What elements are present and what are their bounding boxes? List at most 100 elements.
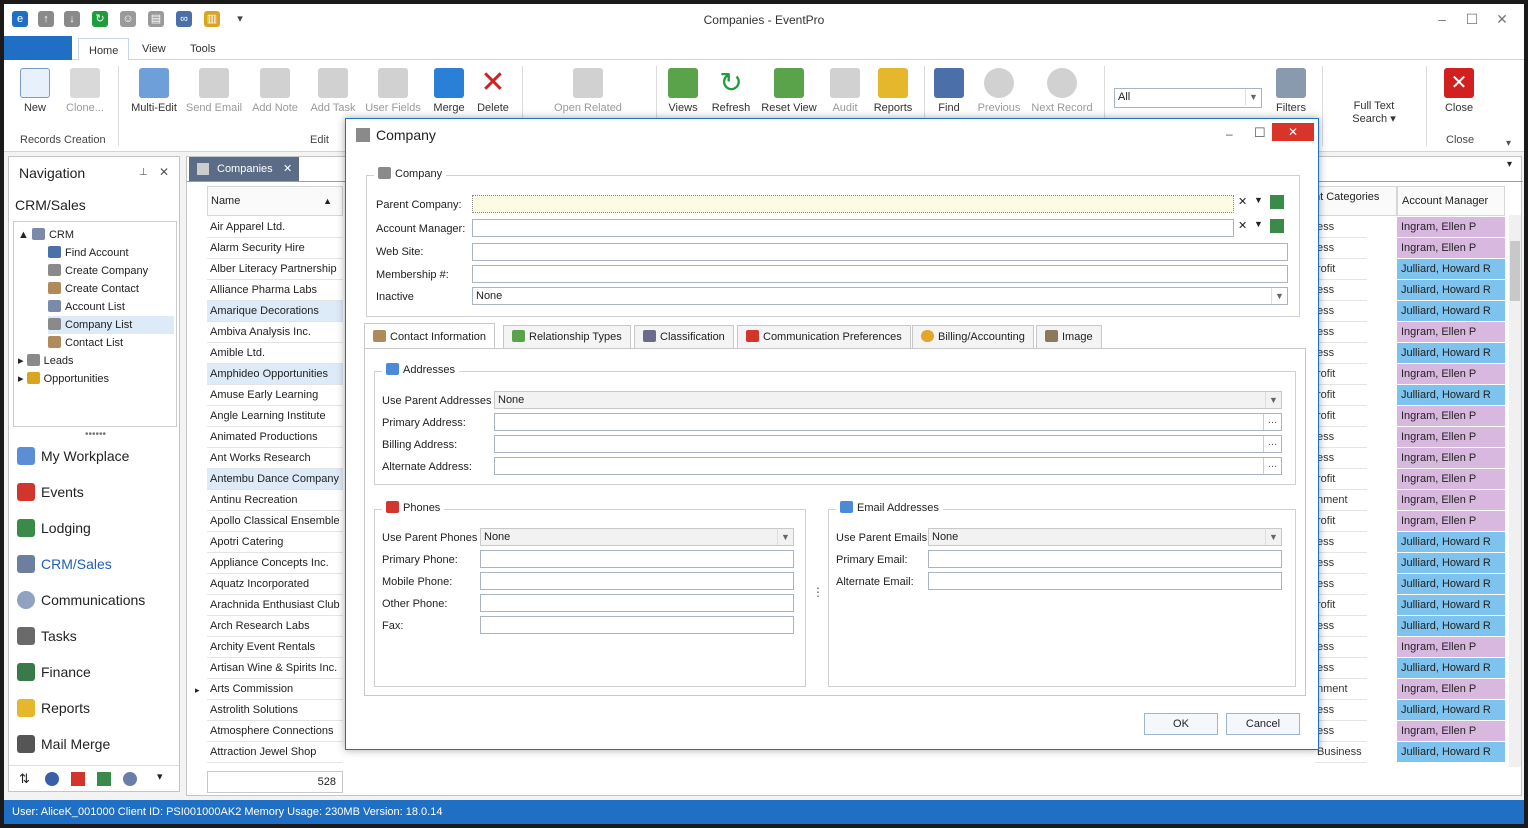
minimize-icon[interactable]: – [1226,127,1233,141]
website-input[interactable] [472,243,1288,261]
table-row-name[interactable]: Attraction Jewel Shop [207,742,343,763]
tree-create-company[interactable]: Create Company [48,262,148,280]
minimize-icon[interactable]: – [1432,10,1452,28]
tab-billing-accounting[interactable]: Billing/Accounting [912,325,1034,349]
tab-classification[interactable]: Classification [634,325,734,349]
table-row-name[interactable]: Antembu Dance Company [207,469,343,490]
tree-account-list[interactable]: Account List [48,298,125,316]
module-finance[interactable]: Finance [17,659,91,685]
globe-icon[interactable] [45,772,59,786]
table-row-name[interactable]: Arch Research Labs [207,616,343,637]
table-row-name[interactable]: Apollo Classical Ensemble [207,511,343,532]
table-row-name[interactable]: Artisan Wine & Spirits Inc. [207,658,343,679]
table-row-name[interactable]: Alliance Pharma Labs [207,280,343,301]
close-pane-icon[interactable]: ✕ [159,165,169,179]
table-row-name[interactable]: Arts Commission [207,679,343,700]
table-row-name[interactable]: Ant Works Research [207,448,343,469]
filter-select[interactable]: All ▼ [1114,88,1262,108]
tab-image[interactable]: Image [1036,325,1102,349]
chevron-down-icon[interactable]: ▾ [157,770,163,783]
add-note-button[interactable]: Add Note [246,64,304,134]
maximize-icon[interactable]: ☐ [1462,10,1482,28]
tab-contact-information[interactable]: Contact Information [364,323,495,349]
module-my-workplace[interactable]: My Workplace [17,443,129,469]
application-menu-button[interactable] [4,36,72,60]
table-row-name[interactable]: Astrolith Solutions [207,700,343,721]
table-row-name[interactable]: Amuse Early Learning [207,385,343,406]
clone-button[interactable]: Clone... [56,64,114,134]
use-parent-addresses-select[interactable]: None ▼ [494,391,1282,409]
cancel-button[interactable]: Cancel [1226,713,1300,735]
module-communications[interactable]: Communications [17,587,145,613]
send-email-button[interactable]: Send Email [184,64,244,134]
ok-button[interactable]: OK [1144,713,1218,735]
close-button[interactable]: ✕ Close [1430,64,1488,134]
chart-icon[interactable] [71,772,85,786]
clear-icon[interactable]: ✕ [1238,219,1247,232]
tab-view[interactable]: View [132,40,176,60]
dialog-close-button[interactable]: ✕ [1272,123,1314,141]
tab-home[interactable]: Home [78,38,130,61]
tree-create-contact[interactable]: Create Contact [48,280,139,298]
use-parent-phones-select[interactable]: None ▼ [480,528,794,546]
membership-input[interactable] [472,265,1288,283]
primary-phone-input[interactable] [480,550,794,568]
table-row-name[interactable]: Aquatz Incorporated [207,574,343,595]
module-reports[interactable]: Reports [17,695,90,721]
table-row-name[interactable]: Arachnida Enthusiast Club [207,595,343,616]
module-crm-sales[interactable]: CRM/Sales [17,551,112,577]
ellipsis-button[interactable]: … [1263,436,1281,452]
close-tab-icon[interactable]: ✕ [283,157,292,181]
module-lodging[interactable]: Lodging [17,515,91,541]
chevron-down-icon[interactable]: ▼ [1254,219,1263,229]
tree-node-crm[interactable]: ▲ CRM [18,226,74,244]
tree-contact-list[interactable]: Contact List [48,334,123,352]
billing-address-input[interactable]: … [494,435,1282,453]
table-row-name[interactable]: Alber Literacy Partnership [207,259,343,280]
primary-address-input[interactable]: … [494,413,1282,431]
ribbon-collapse-icon[interactable]: ▾ [1506,138,1511,149]
vertical-scrollbar[interactable] [1509,215,1521,767]
table-row-name[interactable]: Apotri Catering [207,532,343,553]
trend-icon[interactable] [97,772,111,786]
module-mail-merge[interactable]: Mail Merge [17,731,110,757]
sort-icon[interactable]: ⇅ [19,771,30,787]
primary-email-input[interactable] [928,550,1282,568]
tab-companies[interactable]: Companies ✕ [189,157,299,181]
tree-company-list[interactable]: Company List [48,316,174,334]
module-events[interactable]: Events [17,479,84,505]
pin-icon[interactable]: ⊥ [139,167,148,178]
tab-relationship-types[interactable]: Relationship Types [503,325,631,349]
table-row-name[interactable]: Air Apparel Ltd. [207,217,343,238]
lookup-icon[interactable] [1270,195,1284,209]
table-row-name[interactable]: Amarique Decorations [207,301,343,322]
close-window-icon[interactable]: ✕ [1492,10,1512,28]
clear-icon[interactable]: ✕ [1238,195,1247,208]
other-phone-input[interactable] [480,594,794,612]
parent-company-input[interactable] [472,195,1234,213]
alternate-address-input[interactable]: … [494,457,1282,475]
ellipsis-button[interactable]: … [1263,414,1281,430]
tab-tools[interactable]: Tools [180,40,226,60]
tree-find-account[interactable]: Find Account [48,244,129,262]
alternate-email-input[interactable] [928,572,1282,590]
maximize-icon[interactable]: ☐ [1254,125,1266,141]
module-tasks[interactable]: Tasks [17,623,77,649]
fax-input[interactable] [480,616,794,634]
table-row-name[interactable]: Appliance Concepts Inc. [207,553,343,574]
table-row-name[interactable]: Amphideo Opportunities [207,364,343,385]
account-manager-input[interactable] [472,219,1234,237]
chevron-down-icon[interactable]: ▼ [1254,195,1263,205]
use-parent-emails-select[interactable]: None ▼ [928,528,1282,546]
table-row-name[interactable]: Antinu Recreation [207,490,343,511]
lookup-icon[interactable] [1270,219,1284,233]
mobile-phone-input[interactable] [480,572,794,590]
table-row-name[interactable]: Amible Ltd. [207,343,343,364]
multi-edit-button[interactable]: Multi-Edit [124,64,184,134]
tab-communication-preferences[interactable]: Communication Preferences [737,325,911,349]
scrollbar-thumb[interactable] [1510,241,1520,301]
chevron-down-icon[interactable]: ▾ [1507,159,1512,170]
table-row-name[interactable]: Archity Event Rentals [207,637,343,658]
table-row-name[interactable]: Angle Learning Institute [207,406,343,427]
tree-node-opportunities[interactable]: ▸ Opportunities [18,370,109,388]
